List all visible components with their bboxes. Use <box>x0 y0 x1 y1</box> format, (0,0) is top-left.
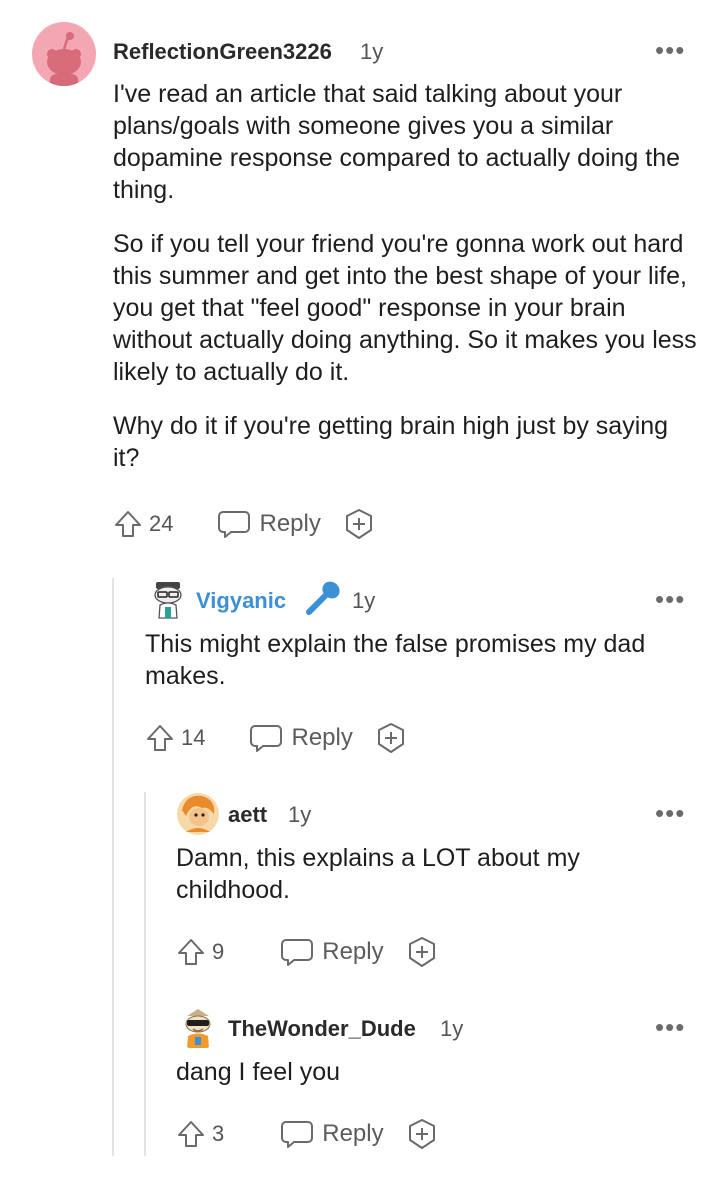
comment-paragraph: Why do it if you're getting brain high j… <box>113 412 669 472</box>
more-options-icon[interactable]: ••• <box>655 586 685 612</box>
upvote-arrow-icon <box>178 939 204 965</box>
comment-actions: 24 Reply <box>113 504 375 544</box>
snoo-avatar-icon <box>47 32 81 86</box>
username[interactable]: TheWonder_Dude <box>228 1016 416 1042</box>
award-button[interactable] <box>406 1118 438 1150</box>
reply-bubble-icon <box>218 511 251 538</box>
avatar[interactable] <box>176 1006 220 1050</box>
award-plus-icon <box>345 509 372 539</box>
reply-button[interactable]: Reply <box>217 509 321 539</box>
reply-button[interactable]: Reply <box>280 937 384 967</box>
comment-actions: 9 Reply <box>176 932 438 972</box>
reply-button[interactable]: Reply <box>280 1119 384 1149</box>
award-button[interactable] <box>375 722 407 754</box>
avatar[interactable] <box>176 792 220 836</box>
avatar[interactable] <box>32 22 96 86</box>
comment-age: 1y <box>352 588 376 613</box>
comment-age: 1y <box>288 802 312 827</box>
reply-label: Reply <box>259 510 321 537</box>
reply-label: Reply <box>291 724 353 751</box>
username[interactable]: aett <box>228 802 267 828</box>
upvote-button[interactable]: 24 <box>113 509 173 539</box>
vote-count: 9 <box>212 939 225 964</box>
upvote-button[interactable]: 9 <box>176 937 224 967</box>
more-options-icon[interactable]: ••• <box>655 800 685 826</box>
username[interactable]: ReflectionGreen3226 <box>113 39 332 65</box>
comment-body: dang I feel you <box>176 1058 341 1086</box>
comment-paragraph: So if you tell your friend you're gonna … <box>113 230 697 386</box>
snoo-avatar-icon <box>185 1009 211 1048</box>
award-plus-icon <box>408 1119 435 1149</box>
comment-body: I've read an article that said talking a… <box>113 78 698 474</box>
comment-actions: 14 Reply <box>145 718 407 758</box>
award-button[interactable] <box>343 508 375 540</box>
vote-count: 14 <box>181 725 206 750</box>
snoo-avatar-icon <box>177 793 219 835</box>
comment-body: This might explain the false promises my… <box>145 630 646 690</box>
vote-count: 3 <box>212 1121 225 1146</box>
upvote-button[interactable]: 3 <box>176 1119 224 1149</box>
snoo-avatar-icon <box>154 582 182 619</box>
microphone-icon <box>303 581 341 622</box>
reply-label: Reply <box>322 1120 384 1147</box>
thread-line-level-1 <box>112 578 114 1156</box>
avatar[interactable] <box>146 578 190 622</box>
comment-age: 1y <box>360 39 384 64</box>
upvote-arrow-icon <box>147 725 173 751</box>
reply-label: Reply <box>322 938 384 965</box>
award-plus-icon <box>408 937 435 967</box>
upvote-arrow-icon <box>115 511 141 537</box>
upvote-button[interactable]: 14 <box>145 723 205 753</box>
comment-age: 1y <box>440 1016 464 1041</box>
more-options-icon[interactable]: ••• <box>655 1014 685 1040</box>
vote-count: 24 <box>149 511 174 536</box>
comment-paragraph: I've read an article that said talking a… <box>113 80 681 204</box>
username[interactable]: Vigyanic <box>196 588 286 614</box>
reply-bubble-icon <box>281 939 314 966</box>
award-plus-icon <box>377 723 404 753</box>
comment-body: Damn, this explains a LOT about my child… <box>176 844 580 904</box>
award-button[interactable] <box>406 936 438 968</box>
reply-button[interactable]: Reply <box>249 723 353 753</box>
more-options-icon[interactable]: ••• <box>655 37 685 63</box>
upvote-arrow-icon <box>178 1121 204 1147</box>
thread-line-level-2 <box>144 792 146 1156</box>
comment-actions: 3 Reply <box>176 1114 438 1154</box>
reply-bubble-icon <box>250 725 283 752</box>
reply-bubble-icon <box>281 1121 314 1148</box>
